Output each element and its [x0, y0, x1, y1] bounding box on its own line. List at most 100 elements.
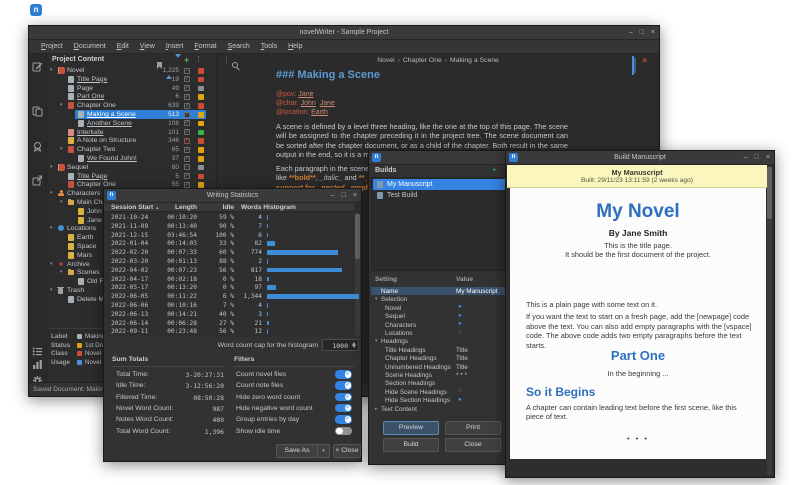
expand-arrow-icon[interactable]: ▾: [50, 225, 53, 231]
expand-arrow-icon[interactable]: ▾: [60, 269, 63, 275]
menu-project[interactable]: Project: [41, 43, 63, 50]
minimize-icon[interactable]: –: [331, 190, 335, 201]
tree-row[interactable]: ▾Novel1,225–: [47, 66, 216, 75]
bar-chart-icon[interactable]: [32, 357, 44, 369]
add-build-icon[interactable]: +: [492, 165, 497, 174]
tree-row[interactable]: Part One6✓: [47, 92, 216, 101]
session-row[interactable]: 2022-06-0600:10:167 %4: [104, 301, 354, 310]
table-scrollbar[interactable]: [355, 213, 360, 336]
include-checkbox[interactable]: ✓: [184, 103, 190, 109]
setting-row[interactable]: ▸Text Content: [371, 405, 524, 413]
selected-dot-icon[interactable]: ●: [458, 397, 462, 403]
session-row[interactable]: 2022-04-0200:07:2356 %817: [104, 266, 354, 275]
maximize-icon[interactable]: □: [640, 27, 644, 38]
setting-row[interactable]: Locations○: [371, 329, 524, 337]
expand-arrow-icon[interactable]: ▾: [50, 164, 53, 170]
close-button[interactable]: × Close: [333, 444, 361, 458]
menu-view[interactable]: View: [140, 43, 155, 50]
session-row[interactable]: 2021-11-0900:13:4090 %7: [104, 222, 354, 231]
tree-row[interactable]: Title Page19✓: [47, 75, 216, 84]
setting-row[interactable]: NameMy Manuscript: [371, 287, 524, 295]
breadcrumb-chapter[interactable]: Chapter One: [403, 57, 442, 64]
menu-insert[interactable]: Insert: [166, 43, 184, 50]
col-idle[interactable]: Idle: [202, 204, 234, 211]
menu-help[interactable]: Help: [288, 43, 302, 50]
col-session-start[interactable]: Session Start: [111, 204, 153, 211]
expand-arrow-icon[interactable]: ▾: [50, 261, 53, 267]
col-length[interactable]: Length: [159, 204, 197, 211]
setting-row[interactable]: Hide Section Headings●: [371, 396, 524, 404]
setting-row[interactable]: Sequel●: [371, 312, 524, 320]
tree-row[interactable]: A Note on Structure346×: [47, 136, 216, 145]
editor-maximize-icon[interactable]: [632, 57, 634, 75]
session-row[interactable]: 2022-09-1100:23:4856 %12: [104, 327, 354, 336]
unselected-dot-icon[interactable]: ○: [458, 330, 462, 336]
expand-arrow-icon[interactable]: ▾: [375, 296, 378, 302]
table-scrollbar-thumb[interactable]: [355, 214, 360, 259]
include-checkbox[interactable]: ✓: [184, 173, 190, 179]
collapse-arrow-icon[interactable]: ▸: [375, 406, 378, 412]
tag-reference[interactable]: Jane: [320, 100, 335, 107]
print-button[interactable]: Print: [445, 421, 501, 435]
tree-row[interactable]: Title Page5✓: [47, 172, 216, 181]
include-checkbox[interactable]: ✓: [184, 94, 190, 100]
preview-button[interactable]: Preview: [383, 421, 439, 435]
selected-dot-icon[interactable]: ●: [458, 304, 462, 310]
include-checkbox[interactable]: ×: [184, 138, 190, 144]
tree-row[interactable]: Interlude101✓: [47, 128, 216, 137]
save-as-dropdown-icon[interactable]: ▾: [317, 445, 329, 457]
session-row[interactable]: 2022-06-1300:14:2140 %3: [104, 310, 354, 319]
expand-arrow-icon[interactable]: ▾: [50, 190, 53, 196]
menu-search[interactable]: Search: [228, 43, 250, 50]
tree-row[interactable]: We Found John!37✓: [47, 154, 216, 163]
unselected-dot-icon[interactable]: ○: [458, 388, 462, 394]
expand-arrow-icon[interactable]: ▾: [60, 146, 63, 152]
tree-row[interactable]: Making a Scene513✓: [47, 110, 216, 119]
filter-toggle[interactable]: ✓: [335, 381, 352, 390]
filter-toggle[interactable]: ✓: [335, 404, 352, 413]
menu-edit[interactable]: Edit: [117, 43, 129, 50]
expand-arrow-icon[interactable]: ▾: [60, 199, 63, 205]
include-checkbox[interactable]: ✓: [184, 112, 190, 118]
include-checkbox[interactable]: ✓: [184, 182, 190, 188]
include-checkbox[interactable]: –: [184, 68, 190, 74]
stats-titlebar[interactable]: n Writing Statistics – □ ×: [104, 189, 361, 203]
maximize-icon[interactable]: □: [755, 152, 759, 163]
tree-row[interactable]: Another Scene108✓: [47, 119, 216, 128]
tag-reference[interactable]: Jane: [298, 91, 313, 98]
session-row[interactable]: 2021-12-1503:46:54100 %6: [104, 231, 354, 240]
rosette-icon[interactable]: [32, 139, 44, 151]
session-row[interactable]: 2022-02-2000:07:3360 %774: [104, 248, 354, 257]
breadcrumb-novel[interactable]: Novel: [377, 57, 394, 64]
minimize-icon[interactable]: –: [744, 152, 748, 163]
expand-arrow-icon[interactable]: ▾: [50, 287, 53, 293]
include-checkbox[interactable]: ✓: [184, 129, 190, 135]
session-row[interactable]: 2022-01-0400:14:0333 %82: [104, 239, 354, 248]
expand-arrow-icon[interactable]: ▾: [375, 338, 378, 344]
session-row[interactable]: 2022-04-1700:02:180 %18: [104, 275, 354, 284]
tree-row[interactable]: Page49✓: [47, 84, 216, 93]
close-button[interactable]: Close: [445, 438, 501, 452]
menu-document[interactable]: Document: [74, 43, 106, 50]
build-list-item[interactable]: My Manuscript: [373, 179, 522, 190]
breadcrumb-scene[interactable]: Making a Scene: [450, 57, 499, 64]
novelwriter-app-icon[interactable]: n: [30, 4, 42, 16]
sessions-table-header[interactable]: Session Start ▴ Length Idle Words Histog…: [104, 203, 354, 212]
close-icon[interactable]: ×: [651, 27, 655, 38]
selected-dot-icon[interactable]: ●: [458, 321, 462, 327]
setting-row[interactable]: Scene Headings* * *: [371, 371, 524, 379]
session-row[interactable]: 2022-05-1700:13:200 %97: [104, 283, 354, 292]
session-row[interactable]: 2022-03-2000:01:1388 %2: [104, 257, 354, 266]
include-checkbox[interactable]: ✓: [184, 120, 190, 126]
include-checkbox[interactable]: –: [184, 164, 190, 170]
build-button[interactable]: Build: [383, 438, 439, 452]
setting-row[interactable]: Unnumbered HeadingsTitle: [371, 363, 524, 371]
filter-toggle[interactable]: [335, 427, 352, 436]
menu-format[interactable]: Format: [194, 43, 216, 50]
maximize-icon[interactable]: □: [342, 190, 346, 201]
session-row[interactable]: 2021-10-2400:10:2059 %4: [104, 213, 354, 222]
add-item-icon[interactable]: +: [184, 56, 189, 64]
save-as-button[interactable]: Save As ▾: [276, 444, 330, 458]
edit-icon[interactable]: [32, 59, 44, 71]
include-checkbox[interactable]: ✓: [184, 76, 190, 82]
